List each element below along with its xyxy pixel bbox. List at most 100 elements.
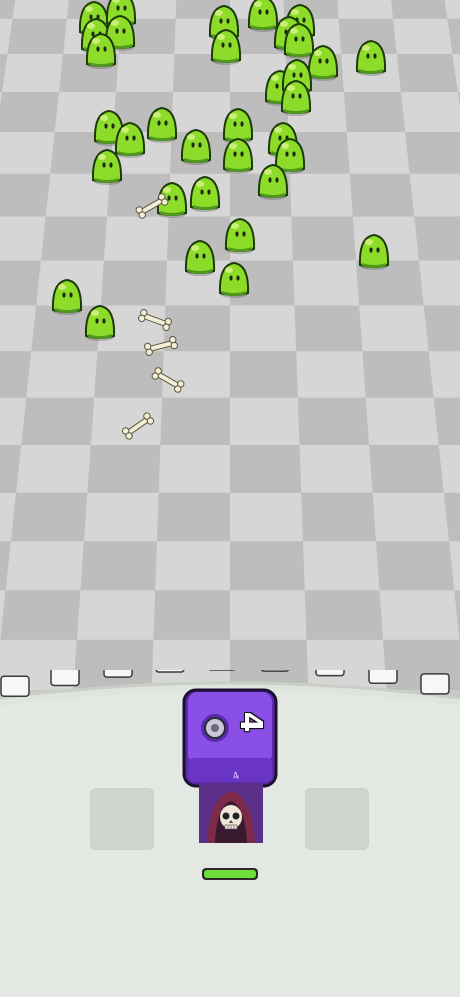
slime-enemy xyxy=(355,39,387,76)
floor-tile xyxy=(0,216,46,261)
floor-tile xyxy=(156,492,230,542)
floor-tile xyxy=(0,590,81,640)
floor-tile xyxy=(291,216,356,261)
floor-tile xyxy=(41,216,108,261)
slime-enemy xyxy=(85,32,117,69)
wall-crenellation xyxy=(420,673,450,695)
floor-tile xyxy=(171,92,230,133)
floor-tile xyxy=(414,216,460,261)
floor-tile xyxy=(369,444,444,493)
floor-tile xyxy=(230,590,307,640)
health-bar-fill xyxy=(204,870,256,878)
slime-enemy xyxy=(307,44,339,81)
floor-tile xyxy=(230,397,300,445)
floor-tile xyxy=(80,541,157,591)
floor-tile xyxy=(153,590,230,640)
floor-tile xyxy=(230,351,298,398)
floor-tile xyxy=(418,260,460,306)
wall-crenellation xyxy=(0,675,30,697)
floor-tile xyxy=(158,444,230,493)
floor-tile xyxy=(299,444,373,493)
slime-enemy xyxy=(224,217,256,254)
floor-tile xyxy=(428,351,460,398)
floor-tile xyxy=(362,351,434,398)
slime-enemy xyxy=(358,233,390,270)
player-dice-unit[interactable]: 4 4 xyxy=(182,688,278,853)
floor-tile xyxy=(294,305,363,352)
floor-tile xyxy=(0,92,60,133)
floor-tile xyxy=(289,173,353,217)
floor-tile xyxy=(0,260,42,306)
floor-tile xyxy=(12,0,69,19)
floor-tile xyxy=(405,132,460,174)
floor-tile xyxy=(76,590,156,640)
floor-tile xyxy=(359,305,429,352)
wall-crenellation xyxy=(260,670,290,672)
floor-tile xyxy=(379,590,460,640)
floor-tile xyxy=(346,132,410,174)
wall-crenellation xyxy=(315,670,345,677)
slime-enemy xyxy=(222,137,254,174)
floor-tile xyxy=(292,260,360,306)
floor-tile xyxy=(26,351,98,398)
floor-tile xyxy=(100,260,168,306)
wall-crenellation xyxy=(50,670,80,687)
floor-tile xyxy=(297,397,370,445)
floor-tile xyxy=(160,397,230,445)
floor-tile xyxy=(296,351,366,398)
slime-enemy xyxy=(146,106,178,143)
game-board xyxy=(0,0,460,690)
floor-tile xyxy=(423,305,460,352)
slime-enemy xyxy=(91,148,123,185)
slime-enemy xyxy=(180,128,212,165)
wall-crenellation xyxy=(103,670,133,678)
floor-tile xyxy=(393,18,453,55)
slime-enemy xyxy=(184,239,216,276)
slime-enemy xyxy=(210,28,242,65)
slime-enemy xyxy=(84,304,116,341)
floor-tile xyxy=(87,444,161,493)
slime-enemy xyxy=(189,175,221,212)
floor-tile xyxy=(104,216,169,261)
floor-tile xyxy=(409,173,460,217)
floor-tile xyxy=(7,18,67,55)
floor-tile xyxy=(391,0,448,19)
floor-tile xyxy=(400,92,460,133)
slime-enemy xyxy=(280,79,312,116)
slime-enemy xyxy=(283,22,315,59)
checkered-floor xyxy=(0,0,460,690)
floor-tile xyxy=(303,541,380,591)
floor-tile xyxy=(337,0,394,19)
slime-enemy xyxy=(257,163,289,200)
floor-tile xyxy=(301,492,377,542)
floor-tile xyxy=(0,132,55,174)
empty-dice-slot-left[interactable] xyxy=(90,788,154,850)
floor-tile xyxy=(372,492,450,542)
wall-crenellation xyxy=(155,670,185,673)
floor-tile xyxy=(376,541,455,591)
wall-crenellation xyxy=(368,670,398,685)
slime-enemy xyxy=(247,0,279,32)
floor-tile xyxy=(230,305,297,352)
floor-tile xyxy=(230,492,304,542)
floor-tile xyxy=(343,92,406,133)
floor-tile xyxy=(365,397,439,445)
floor-tile xyxy=(0,173,51,217)
floor-tile xyxy=(349,173,415,217)
floor-tile xyxy=(230,541,305,591)
floor-tile xyxy=(5,541,84,591)
floor-tile xyxy=(83,492,159,542)
floor-tile xyxy=(0,351,32,398)
floor-tile xyxy=(162,351,230,398)
floor-tile xyxy=(2,54,64,93)
floor-tile xyxy=(21,397,95,445)
grim-reaper-icon xyxy=(199,783,263,843)
floor-tile xyxy=(396,54,458,93)
slime-enemy xyxy=(51,278,83,315)
purple-dice[interactable]: 4 xyxy=(182,688,278,788)
empty-dice-slot-right[interactable] xyxy=(305,788,369,850)
health-bar xyxy=(202,868,258,880)
slime-enemy xyxy=(218,261,250,298)
floor-tile xyxy=(0,305,37,352)
floor-tile xyxy=(16,444,91,493)
